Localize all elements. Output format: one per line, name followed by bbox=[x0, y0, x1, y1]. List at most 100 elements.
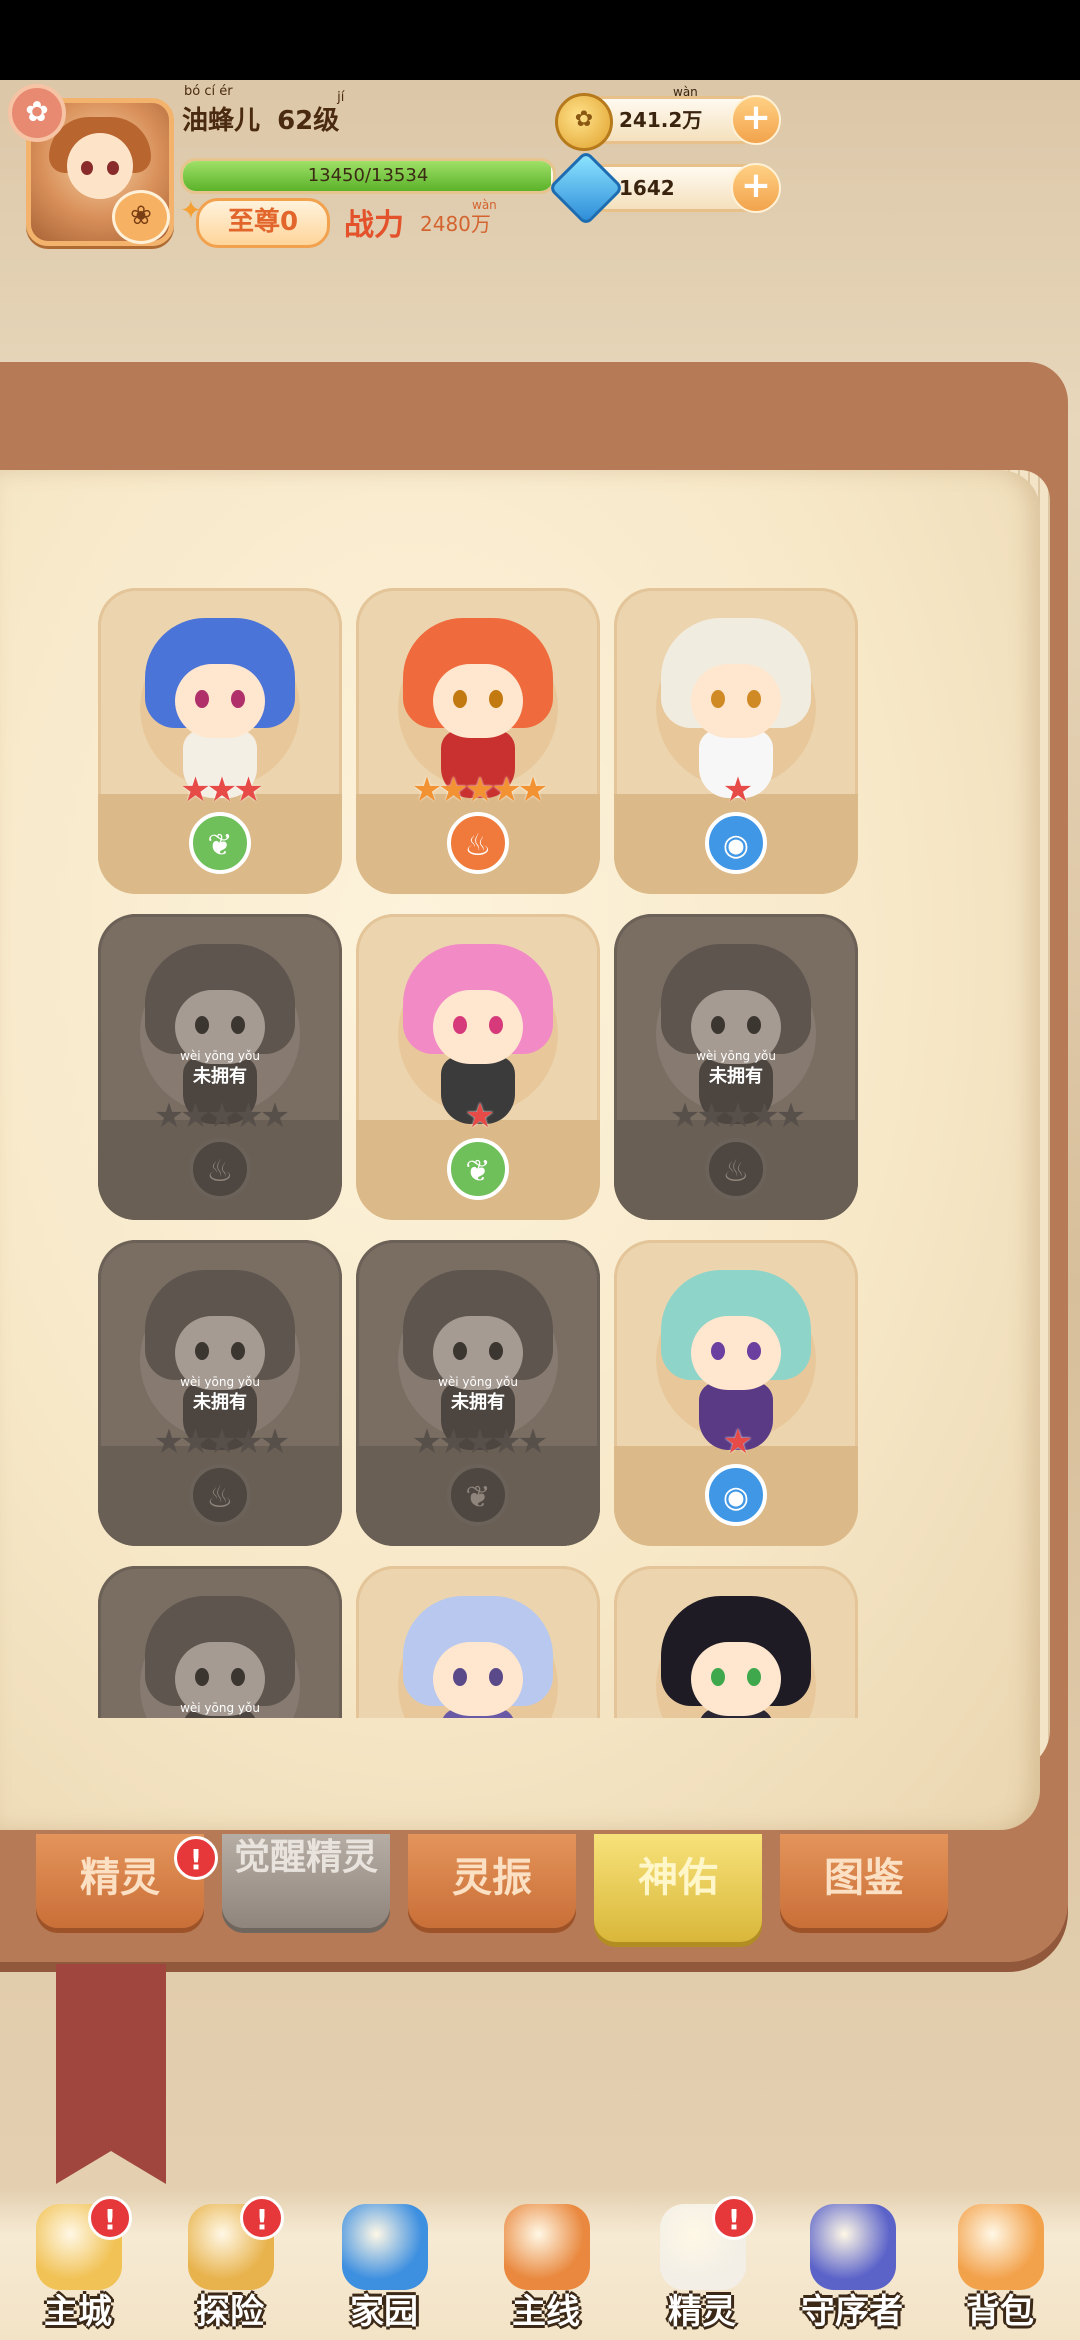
pet-card[interactable]: ★★★★★ ♨ bbox=[356, 588, 600, 894]
nav-item[interactable]: 背包 bbox=[940, 2196, 1060, 2340]
star-icon: ★ bbox=[153, 1422, 185, 1462]
paw-icon[interactable]: ❀ bbox=[112, 190, 170, 244]
nav-item-label: 背包 bbox=[966, 2292, 1034, 2332]
pet-card[interactable]: wèi yōng yǒu 未拥有 ★★★★★ ♨ bbox=[98, 1240, 342, 1546]
star-rating: ★★★★★ bbox=[356, 1422, 600, 1462]
pet-card[interactable] bbox=[614, 1566, 858, 1718]
star-rating: ★★★★★ bbox=[98, 1422, 342, 1462]
pet-silhouette bbox=[145, 1596, 295, 1718]
nav-item-label: 主城 bbox=[44, 2292, 112, 2332]
star-icon: ★ bbox=[233, 1096, 264, 1136]
fire-element-icon: ♨ bbox=[447, 812, 509, 874]
unowned-label: wèi yōng yǒu 未拥有 bbox=[614, 1050, 858, 1088]
pet-eye bbox=[231, 690, 245, 708]
star-icon: ★ bbox=[491, 770, 522, 810]
pet-card[interactable] bbox=[356, 1566, 600, 1718]
pet-face bbox=[433, 990, 523, 1064]
unowned-text: 未拥有 bbox=[709, 1066, 763, 1087]
book-tab[interactable]: 图鉴 bbox=[780, 1834, 948, 1928]
power-value: 2480万 bbox=[420, 212, 491, 236]
add-gems-button[interactable]: + bbox=[731, 163, 781, 213]
cube-icon bbox=[342, 2204, 428, 2290]
star-icon: ★ bbox=[517, 1422, 549, 1462]
star-icon: ★ bbox=[722, 1096, 754, 1136]
level-ruby: jí bbox=[337, 90, 345, 105]
coins-value: 241.2万 bbox=[619, 108, 703, 132]
backpack-icon bbox=[958, 2204, 1044, 2290]
alert-badge: ! bbox=[88, 2196, 132, 2240]
star-icon: ★ bbox=[206, 1096, 238, 1136]
nav-item[interactable]: 探险! bbox=[170, 2196, 290, 2340]
pet-face bbox=[691, 664, 781, 738]
star-icon: ★ bbox=[464, 770, 496, 810]
bookmark-ribbon bbox=[56, 1964, 166, 2184]
pet-card[interactable]: wèi yōng yǒu 未拥有 ★★★★★ ♨ bbox=[614, 914, 858, 1220]
star-icon: ★ bbox=[438, 1422, 469, 1462]
fire-element-icon: ♨ bbox=[189, 1464, 251, 1526]
pet-card[interactable]: wèi yōng yǒu 未拥有 ★★★★★ ❦ bbox=[356, 1240, 600, 1546]
unowned-ruby: wèi yōng yǒu bbox=[180, 1701, 260, 1715]
unowned-ruby: wèi yōng yǒu bbox=[180, 1375, 260, 1389]
pet-card[interactable]: ★ ◉ bbox=[614, 588, 858, 894]
pet-face bbox=[433, 664, 523, 738]
add-coins-button[interactable]: + bbox=[731, 95, 781, 145]
nav-item[interactable]: 主城! bbox=[18, 2196, 138, 2340]
vip-badge[interactable]: 至尊0 bbox=[196, 198, 330, 248]
pet-eye bbox=[195, 1016, 209, 1034]
pet-face bbox=[691, 1642, 781, 1716]
nav-item[interactable]: 主线 bbox=[486, 2196, 606, 2340]
alert-badge: ! bbox=[174, 1836, 218, 1880]
fox-icon bbox=[504, 2204, 590, 2290]
pet-card[interactable]: wèi yōng yǒu未拥有 bbox=[98, 1566, 342, 1718]
star-rating: ★★★★★ bbox=[614, 1096, 858, 1136]
gem-icon bbox=[547, 149, 625, 227]
pet-eye bbox=[711, 1668, 725, 1686]
nav-item[interactable]: 精灵! bbox=[642, 2196, 762, 2340]
nav-item-label: 探险 bbox=[196, 2292, 264, 2332]
pet-eye bbox=[453, 1342, 467, 1360]
pet-eye bbox=[747, 690, 761, 708]
pet-eye bbox=[195, 1342, 209, 1360]
avatar-face bbox=[67, 133, 133, 199]
pet-collection-grid: ★★★ ❦ ★★★★★ ♨ ★ ◉ wèi yōng yǒu 未拥有 ★★★★★ ♨ ★ ❦ wèi y… bbox=[98, 588, 858, 1718]
cat-king-icon bbox=[810, 2204, 896, 2290]
gems-value: 1642 bbox=[619, 176, 675, 200]
status-bar bbox=[0, 0, 1080, 80]
pet-eye bbox=[453, 1668, 467, 1686]
pet-card[interactable]: ★ ❦ bbox=[356, 914, 600, 1220]
nav-item[interactable]: 守序者 bbox=[792, 2196, 912, 2340]
nav-item-label: 家园 bbox=[350, 2292, 418, 2332]
pet-eye bbox=[489, 690, 503, 708]
star-icon: ★ bbox=[153, 1096, 185, 1136]
pet-eye bbox=[489, 1016, 503, 1034]
star-icon: ★ bbox=[411, 770, 443, 810]
pet-card[interactable]: ★★★ ❦ bbox=[98, 588, 342, 894]
unowned-label: wèi yōng yǒu 未拥有 bbox=[98, 1050, 342, 1088]
pet-card[interactable]: wèi yōng yǒu 未拥有 ★★★★★ ♨ bbox=[98, 914, 342, 1220]
coins-ruby: wàn bbox=[673, 85, 698, 99]
fire-element-icon: ♨ bbox=[705, 1138, 767, 1200]
nav-item[interactable]: 家园 bbox=[324, 2196, 444, 2340]
alert-badge: ! bbox=[712, 2196, 756, 2240]
book-tab-label: 图鉴 bbox=[824, 1855, 904, 1901]
star-icon: ★ bbox=[722, 1422, 754, 1462]
book-tab-label: 神佑 bbox=[638, 1855, 718, 1901]
coin-counter: ✿ wàn 241.2万 + bbox=[555, 85, 781, 151]
xp-bar: 13450/13534 bbox=[180, 158, 556, 194]
fire-element-icon: ♨ bbox=[189, 1138, 251, 1200]
settings-flower-icon[interactable]: ✿ bbox=[8, 84, 66, 142]
grass-element-icon: ❦ bbox=[447, 1138, 509, 1200]
player-name-level: bó cí ér 油蜂儿 jí 62级 bbox=[182, 84, 344, 137]
book-tab[interactable]: 觉醒精灵 bbox=[222, 1834, 390, 1928]
xp-text: 13450/13534 bbox=[307, 165, 429, 186]
water-element-icon: ◉ bbox=[705, 1464, 767, 1526]
pet-figure bbox=[403, 1596, 553, 1718]
pet-card[interactable]: ★ ◉ bbox=[614, 1240, 858, 1546]
unowned-ruby: wèi yōng yǒu bbox=[438, 1375, 518, 1389]
star-icon: ★ bbox=[233, 770, 264, 810]
book-tab[interactable]: 灵振 bbox=[408, 1834, 576, 1928]
player-name: 油蜂儿 bbox=[182, 106, 261, 136]
nav-item-label: 守序者 bbox=[801, 2292, 903, 2332]
book-tab[interactable]: 神佑 bbox=[594, 1834, 762, 1942]
pet-eye bbox=[711, 1016, 725, 1034]
